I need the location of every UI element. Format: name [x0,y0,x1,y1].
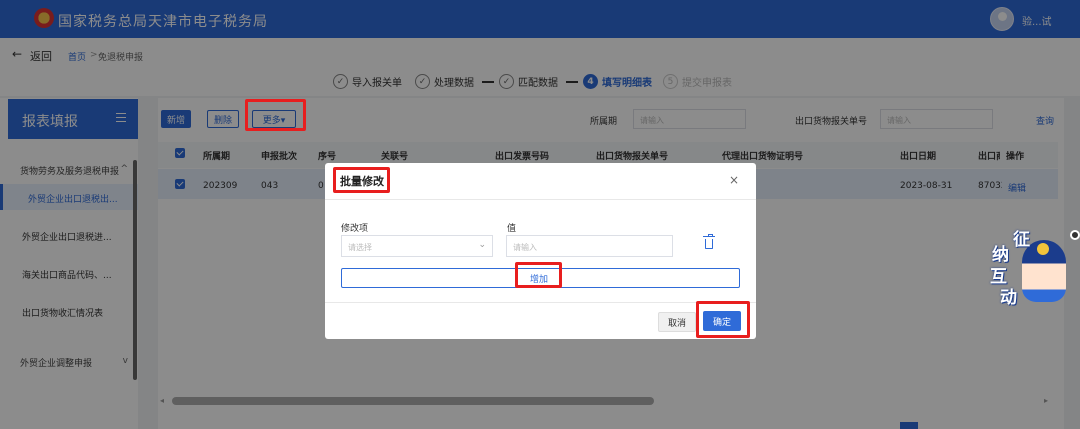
add-button-label[interactable]: 增加 [530,272,548,285]
chevron-down-icon: ⌄ [478,240,486,250]
mascot-badge-icon [1037,243,1049,255]
mascot-text: 征 [1013,230,1030,250]
highlight-more-button [245,99,306,131]
field-select[interactable]: 请选择 ⌄ [341,235,493,257]
dialog-divider [325,199,756,200]
trash-icon[interactable] [703,234,715,249]
side-handle[interactable] [1070,230,1080,240]
mascot-text: 动 [1000,288,1017,308]
cancel-button[interactable]: 取消 [658,312,696,332]
close-icon[interactable]: × [729,173,739,187]
value-input[interactable]: 请输入 [506,235,673,257]
dialog-divider [325,302,756,303]
dialog-title: 批量修改 [340,175,384,188]
select-placeholder: 请选择 [348,243,372,252]
field-label: 修改项 [341,224,369,234]
value-label: 值 [507,224,517,234]
confirm-button[interactable]: 确定 [703,311,741,331]
